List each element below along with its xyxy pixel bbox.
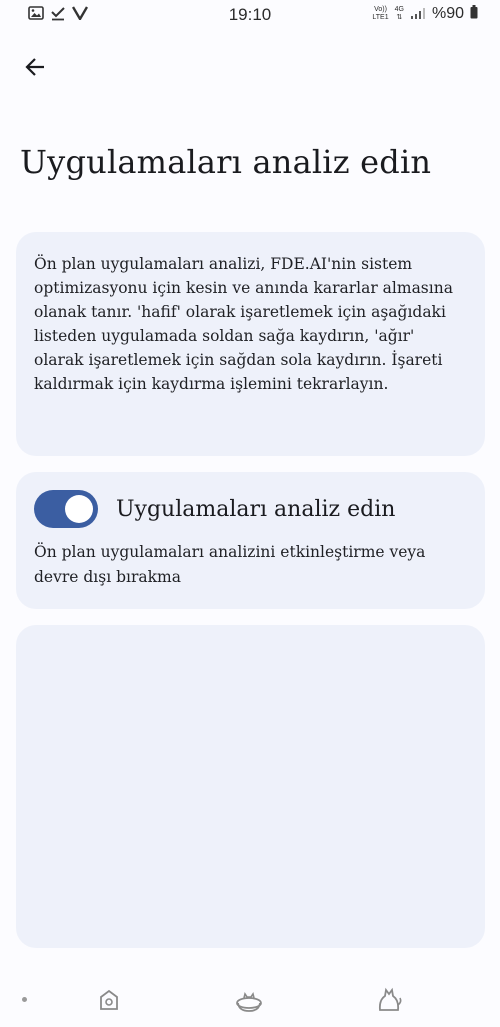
switch-knob xyxy=(65,495,93,523)
info-card: Ön plan uygulamaları analizi, FDE.AI'nin… xyxy=(16,232,485,456)
lte-label: LTE1 xyxy=(372,14,389,21)
toggle-title: Uygulamaları analiz edin xyxy=(116,496,396,522)
data-arrows-icon: ⇅ xyxy=(396,14,403,21)
back-button[interactable] xyxy=(18,52,52,86)
arrow-left-icon xyxy=(24,57,46,81)
bottom-nav xyxy=(0,975,500,1025)
status-right-icons: Vo)) LTE1 4G ⇅ %90 xyxy=(372,4,478,24)
nav-indicator-dot xyxy=(22,997,27,1002)
toggle-description: Ön plan uygulamaları analizini etkinleşt… xyxy=(34,543,426,586)
status-bar: 19:10 Vo)) LTE1 4G ⇅ %90 xyxy=(0,0,500,32)
battery-icon xyxy=(470,4,478,24)
volte-indicator: Vo)) LTE1 xyxy=(372,6,388,22)
signal-icon xyxy=(410,4,426,24)
info-text: Ön plan uygulamaları analizi, FDE.AI'nin… xyxy=(34,255,453,393)
analyze-toggle-card: Uygulamaları analiz edin Ön plan uygulam… xyxy=(16,472,485,609)
network-type-label: 4G xyxy=(394,6,404,13)
app-list[interactable] xyxy=(16,625,485,948)
battery-level: %90 xyxy=(431,5,464,22)
analyze-apps-switch[interactable] xyxy=(34,490,98,528)
home-icon[interactable] xyxy=(94,985,124,1015)
cat-icon[interactable] xyxy=(374,985,404,1015)
network-type: 4G ⇅ xyxy=(395,6,404,22)
page-title: Uygulamaları analiz edin xyxy=(20,143,432,181)
volte-label: Vo)) xyxy=(374,6,387,13)
cat-bowl-icon[interactable] xyxy=(233,985,263,1015)
toggle-row: Uygulamaları analiz edin xyxy=(34,490,467,528)
